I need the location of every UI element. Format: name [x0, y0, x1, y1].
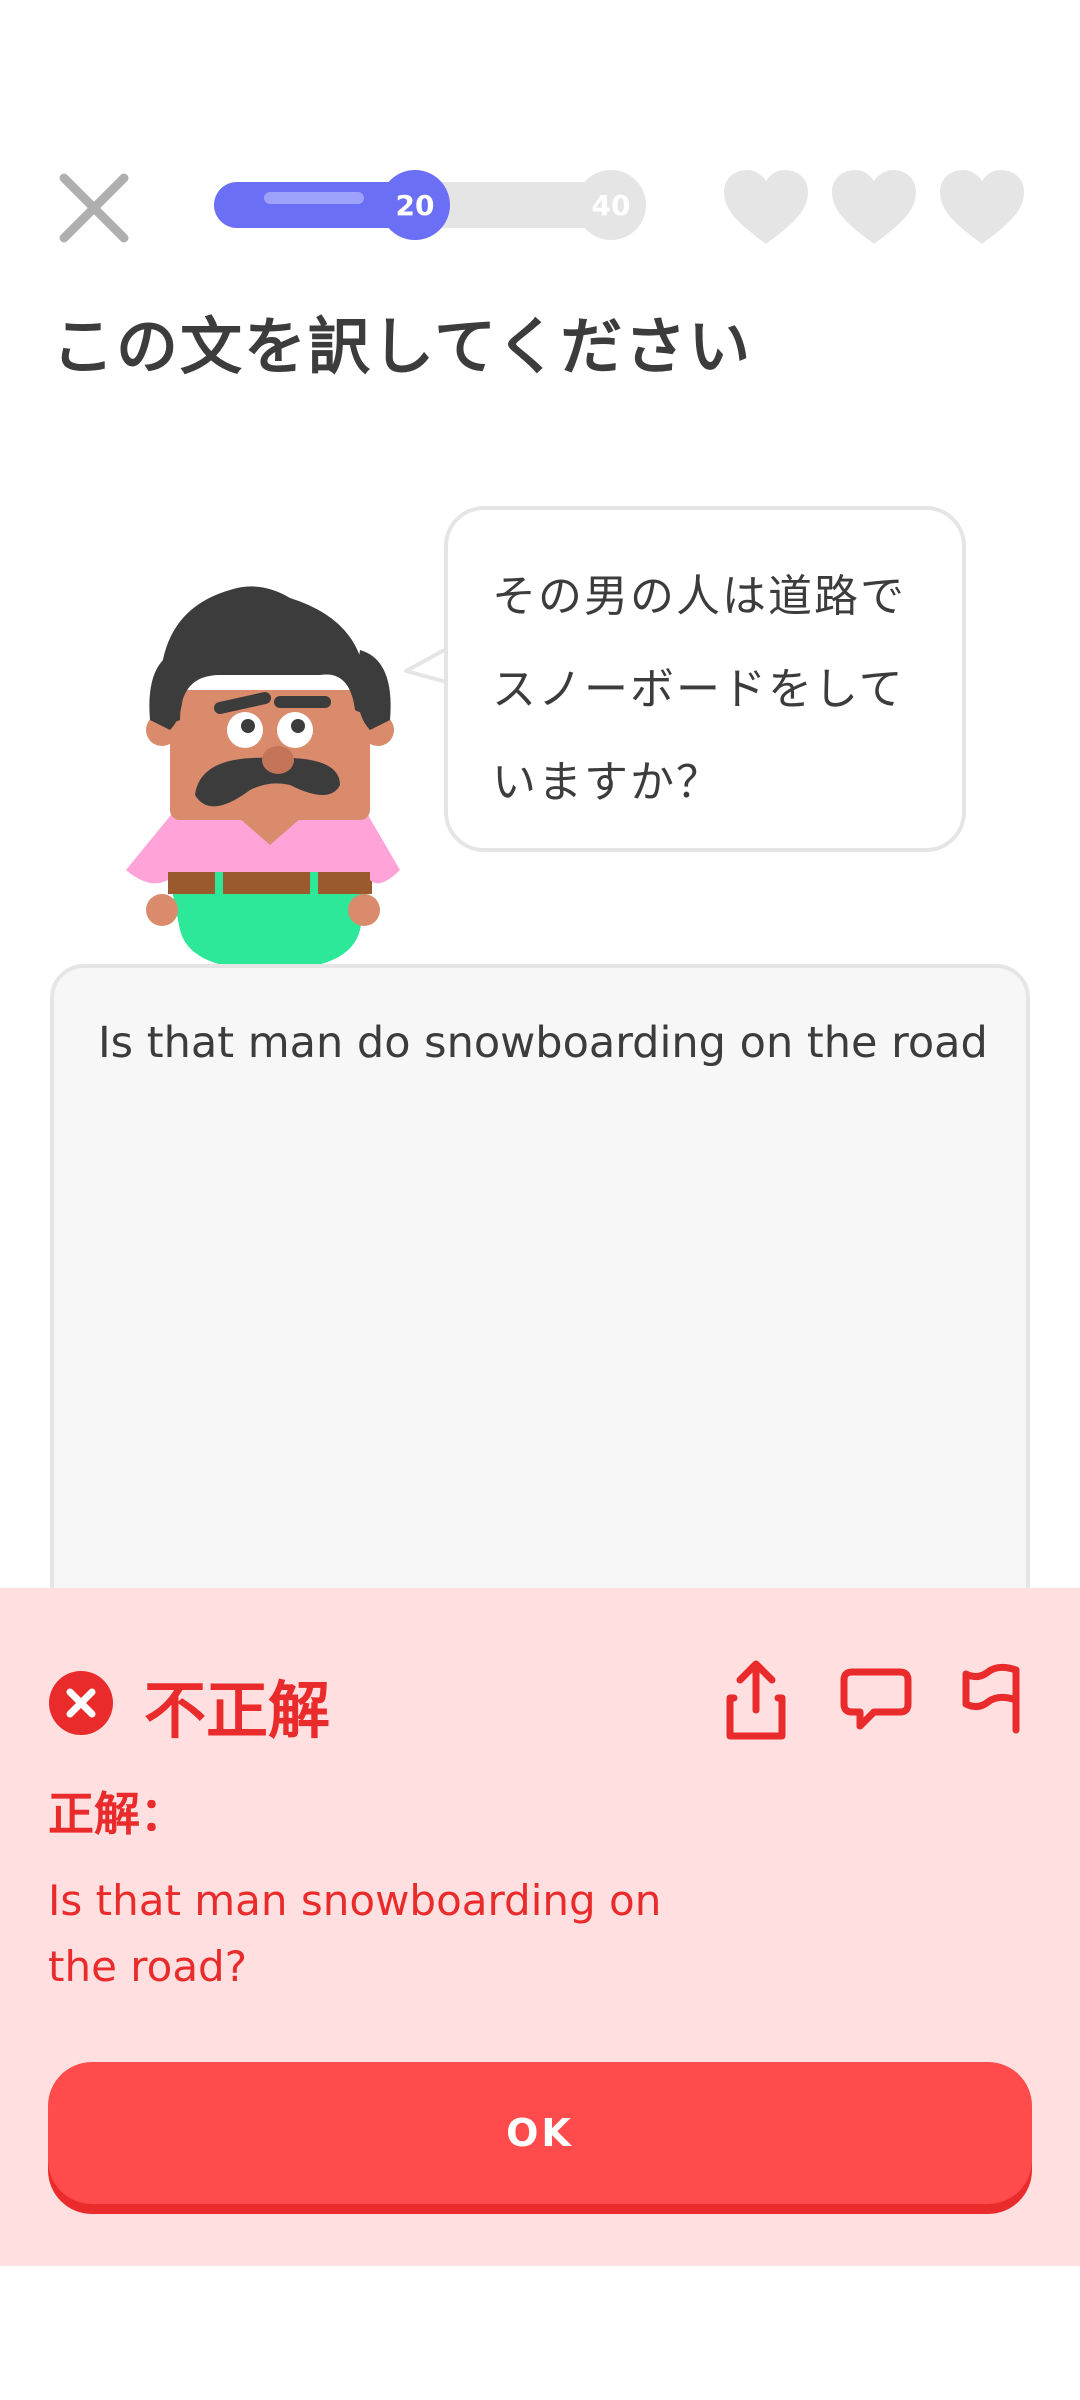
flag-icon: [962, 1663, 1020, 1734]
ok-button[interactable]: OK: [48, 2062, 1032, 2204]
speech-line: スノーボードをして: [492, 664, 905, 715]
incorrect-icon: [49, 1671, 113, 1735]
feedback-status: 不正解: [144, 1674, 331, 1747]
correct-answer-text: Is that man snowboarding on the road?: [48, 1876, 662, 1991]
report-button[interactable]: [958, 1658, 1034, 1742]
comment-button[interactable]: [838, 1658, 914, 1742]
progress-current-badge: 20: [380, 170, 450, 240]
progress-goal-badge: 40: [576, 170, 646, 240]
progress-shine: [264, 192, 364, 204]
speech-line: その男の人は道路で: [492, 571, 906, 622]
share-icon: [726, 1660, 786, 1740]
heart-icon: [832, 170, 916, 244]
speech-bubble: その男の人は道路で スノーボードをして いますか？: [444, 506, 966, 852]
correct-answer-label: 正解：: [48, 1787, 186, 1841]
character-illustration: [126, 586, 400, 970]
share-button[interactable]: [718, 1658, 794, 1742]
speech-bubble-text: その男の人は道路で スノーボードをして いますか？: [492, 550, 942, 829]
hearts-display: [722, 168, 1032, 248]
heart-icon: [724, 170, 808, 244]
answer-input[interactable]: Is that man do snowboarding on the road: [50, 964, 1030, 1664]
feedback-panel: 不正解 正解： Is that man snowboarding on the …: [0, 1588, 1080, 2266]
answer-input-text: Is that man do snowboarding on the road: [98, 1018, 988, 1068]
close-button[interactable]: [54, 168, 134, 248]
speech-line: いますか？: [492, 757, 722, 808]
heart-icon: [940, 170, 1024, 244]
comment-icon: [840, 1668, 912, 1730]
progress-bar: 40 20: [214, 170, 646, 240]
lesson-screen: 40 20 この文を訳してください その男の人は道路で スノーボードをして いま…: [0, 0, 1080, 2400]
exercise-title: この文を訳してください: [52, 310, 753, 383]
close-icon: [59, 173, 129, 243]
